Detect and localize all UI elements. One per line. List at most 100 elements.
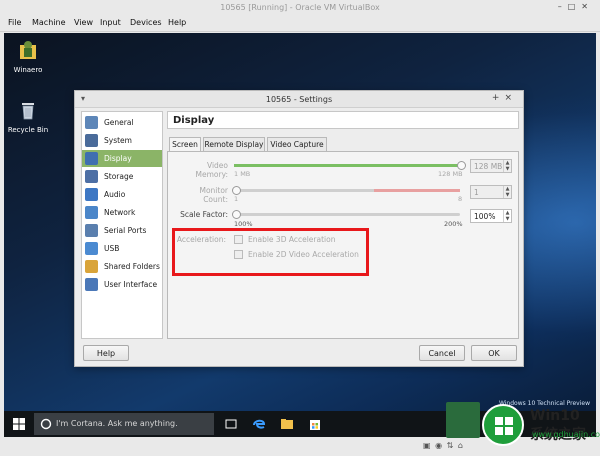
scale-factor-max: 200% [444, 220, 463, 228]
display-icon [85, 152, 98, 165]
video-memory-handle[interactable] [457, 161, 466, 170]
host-window-title: 10565 [Running] - Oracle VM VirtualBox [220, 3, 380, 12]
settings-nav: General System Display Storage Audio Net… [81, 111, 163, 339]
nav-item-label: Network [104, 208, 136, 217]
ok-button-label: OK [488, 349, 500, 358]
desktop-icon-label: Winaero [13, 66, 43, 74]
task-view-icon[interactable] [224, 417, 238, 431]
serial-ports-icon [85, 224, 98, 237]
nav-item-label: General [104, 118, 134, 127]
help-button[interactable]: Help [83, 345, 129, 361]
usb-icon [85, 242, 98, 255]
monitor-count-warn-range [374, 189, 460, 192]
video-memory-slider[interactable] [234, 164, 460, 167]
pin-icon[interactable]: + [492, 93, 505, 103]
cancel-button[interactable]: Cancel [419, 345, 465, 361]
minimize-icon[interactable]: × [504, 93, 517, 103]
desktop-icon-label: Recycle Bin [7, 126, 49, 134]
maximize-icon[interactable]: □ [568, 2, 582, 11]
scale-factor-min: 100% [234, 220, 253, 228]
desktop-icon-recycle-bin[interactable]: Recycle Bin [6, 99, 50, 134]
hdd-icon[interactable]: ▣ [423, 441, 432, 450]
section-header: Display [167, 111, 519, 129]
nav-item-storage[interactable]: Storage [82, 168, 162, 185]
monitor-count-value: 1 [474, 188, 479, 197]
windows-logo-icon [495, 417, 513, 435]
nav-item-label: Display [104, 154, 132, 163]
host-window-controls: –□✕ [558, 2, 594, 11]
nav-item-network[interactable]: Network [82, 204, 162, 221]
host-menubar: File Machine View Input Devices Help [0, 14, 600, 32]
menu-input[interactable]: Input [100, 18, 121, 27]
nav-item-audio[interactable]: Audio [82, 186, 162, 203]
menu-machine[interactable]: Machine [32, 18, 66, 27]
user-folder-icon [20, 41, 36, 59]
file-explorer-icon[interactable] [280, 417, 294, 431]
settings-content: Display Screen Remote Display Video Capt… [167, 109, 519, 339]
tab-video-capture[interactable]: Video Capture [267, 137, 327, 151]
desktop-icon-winaero[interactable]: Winaero [6, 39, 50, 74]
scale-factor-spinbox[interactable]: 100% ▲ ▼ [470, 209, 512, 223]
host-titlebar: 10565 [Running] - Oracle VM VirtualBox –… [0, 0, 600, 14]
nav-item-display[interactable]: Display [82, 150, 162, 167]
video-memory-value: 128 MB [474, 162, 503, 171]
audio-icon [85, 188, 98, 201]
ok-button[interactable]: OK [471, 345, 517, 361]
tab-remote-display[interactable]: Remote Display [203, 137, 265, 151]
nav-item-usb[interactable]: USB [82, 240, 162, 257]
tab-screen[interactable]: Screen [169, 137, 201, 151]
nav-item-user-interface[interactable]: User Interface [82, 276, 162, 293]
cd-icon[interactable]: ◉ [435, 441, 443, 450]
store-icon[interactable] [308, 417, 322, 431]
menu-devices[interactable]: Devices [130, 18, 162, 27]
nav-item-label: Storage [104, 172, 134, 181]
help-button-label: Help [96, 349, 116, 358]
nav-item-label: Shared Folders [104, 262, 160, 271]
spin-arrows-icon: ▲ ▼ [503, 160, 511, 172]
edge-browser-icon[interactable] [252, 417, 266, 431]
video-memory-safe-range [234, 164, 460, 167]
monitor-count-min: 1 [234, 195, 239, 203]
scale-factor-label: Scale Factor: [180, 210, 228, 219]
general-icon [85, 116, 98, 129]
start-button-icon[interactable] [12, 417, 26, 431]
monitor-count-max: 8 [458, 195, 463, 203]
nav-item-general[interactable]: General [82, 114, 162, 131]
video-memory-min: 1 MB [234, 170, 251, 178]
nav-item-label: System [104, 136, 132, 145]
cancel-button-label: Cancel [428, 349, 456, 358]
cortana-icon [40, 418, 52, 430]
nav-item-serial-ports[interactable]: Serial Ports [82, 222, 162, 239]
close-icon[interactable]: ✕ [581, 2, 594, 11]
cortana-placeholder: I'm Cortana. Ask me anything. [56, 419, 178, 428]
spin-arrows-icon: ▲ ▼ [503, 186, 511, 198]
minimize-icon[interactable]: – [558, 2, 568, 11]
storage-icon [85, 170, 98, 183]
menu-view[interactable]: View [74, 18, 93, 27]
menu-file[interactable]: File [8, 18, 21, 27]
video-memory-spinbox[interactable]: 128 MB ▲ ▼ [470, 159, 512, 173]
menu-help[interactable]: Help [168, 18, 186, 27]
cortana-search-box[interactable]: I'm Cortana. Ask me anything. [34, 413, 214, 435]
brand-overlay: Win10 系统之家 www.qdhuajin.com [446, 398, 600, 454]
brand-tower-icon [446, 402, 480, 438]
nav-item-label: Audio [104, 190, 126, 199]
shared-folders-icon [85, 260, 98, 273]
system-icon [85, 134, 98, 147]
nav-item-system[interactable]: System [82, 132, 162, 149]
dialog-title: 10565 - Settings [265, 95, 333, 104]
scale-factor-slider[interactable] [234, 213, 460, 216]
monitor-count-label: Monitor Count: [199, 186, 228, 204]
video-memory-label: Video Memory: [195, 161, 228, 179]
dialog-window-controls: +× [492, 93, 517, 103]
monitor-count-slider[interactable] [234, 189, 460, 192]
nav-item-label: Serial Ports [104, 226, 147, 235]
dialog-titlebar: ▾ 10565 - Settings +× [75, 91, 523, 108]
section-title: Display [173, 115, 215, 126]
scale-factor-handle[interactable] [232, 210, 241, 219]
monitor-count-handle[interactable] [232, 186, 241, 195]
nav-item-label: User Interface [104, 280, 158, 289]
nav-item-shared-folders[interactable]: Shared Folders [82, 258, 162, 275]
monitor-count-spinbox[interactable]: 1 ▲ ▼ [470, 185, 512, 199]
recycle-bin-icon [22, 103, 34, 120]
